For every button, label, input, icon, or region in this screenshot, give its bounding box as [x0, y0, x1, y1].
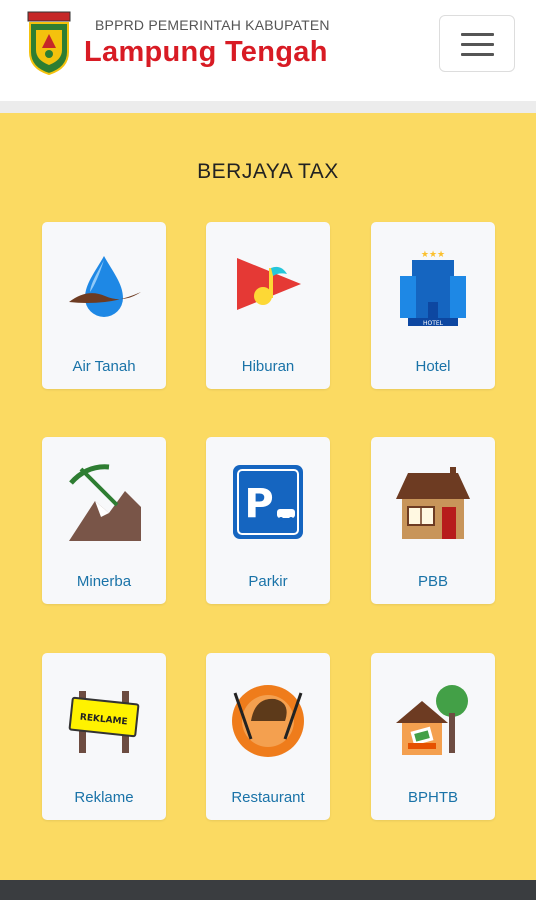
tax-card-minerba[interactable]: Minerba [42, 437, 166, 604]
tax-card-label: Hotel [415, 358, 451, 375]
billboard-icon: REKLAME [68, 691, 140, 753]
tax-card-label: Minerba [76, 573, 132, 590]
svg-text:★★★: ★★★ [421, 250, 445, 260]
tax-card-air-tanah[interactable]: Air Tanah [42, 222, 166, 389]
tax-card-label: Reklame [74, 789, 134, 806]
hamburger-menu-icon [461, 33, 494, 36]
tax-card-reklame[interactable]: REKLAME Reklame [42, 653, 166, 820]
hotel-building-icon: ★★★ HOTEL [400, 250, 466, 327]
regency-title: Lampung Tengah [84, 36, 328, 68]
water-drop-icon [69, 256, 141, 317]
tax-card-label: Hiburan [241, 358, 295, 375]
mining-pickaxe-icon [69, 464, 141, 541]
tax-card-hiburan[interactable]: Hiburan [206, 222, 330, 389]
tax-card-label: BPHTB [407, 789, 458, 806]
regency-crest-icon [27, 11, 71, 76]
bottom-bar [0, 880, 536, 900]
page-title: BERJAYA TAX [197, 160, 339, 183]
house-icon [396, 467, 470, 539]
tax-card-label: Parkir [248, 573, 288, 590]
header-divider [0, 101, 536, 113]
menu-button[interactable] [439, 15, 515, 72]
organization-name: BPPRD PEMERINTAH KABUPATEN [95, 17, 330, 33]
app-header: BPPRD PEMERINTAH KABUPATEN Lampung Tenga… [0, 0, 536, 101]
svg-text:P: P [244, 481, 273, 527]
tax-card-label: Restaurant [231, 789, 305, 806]
tax-card-hotel[interactable]: ★★★ HOTEL Hotel [371, 222, 495, 389]
tax-card-pbb[interactable]: PBB [371, 437, 495, 604]
house-tree-icon [396, 685, 468, 755]
parking-sign-icon: P [233, 465, 303, 539]
restaurant-plate-icon [232, 685, 304, 757]
tax-card-bphtb[interactable]: BPHTB [371, 653, 495, 820]
hotel-sign-text: HOTEL [423, 320, 444, 327]
tax-card-label: PBB [417, 573, 448, 590]
tax-card-label: Air Tanah [72, 358, 136, 375]
tax-card-restaurant[interactable]: Restaurant [206, 653, 330, 820]
music-play-icon [237, 258, 301, 310]
tax-card-parkir[interactable]: P Parkir [206, 437, 330, 604]
